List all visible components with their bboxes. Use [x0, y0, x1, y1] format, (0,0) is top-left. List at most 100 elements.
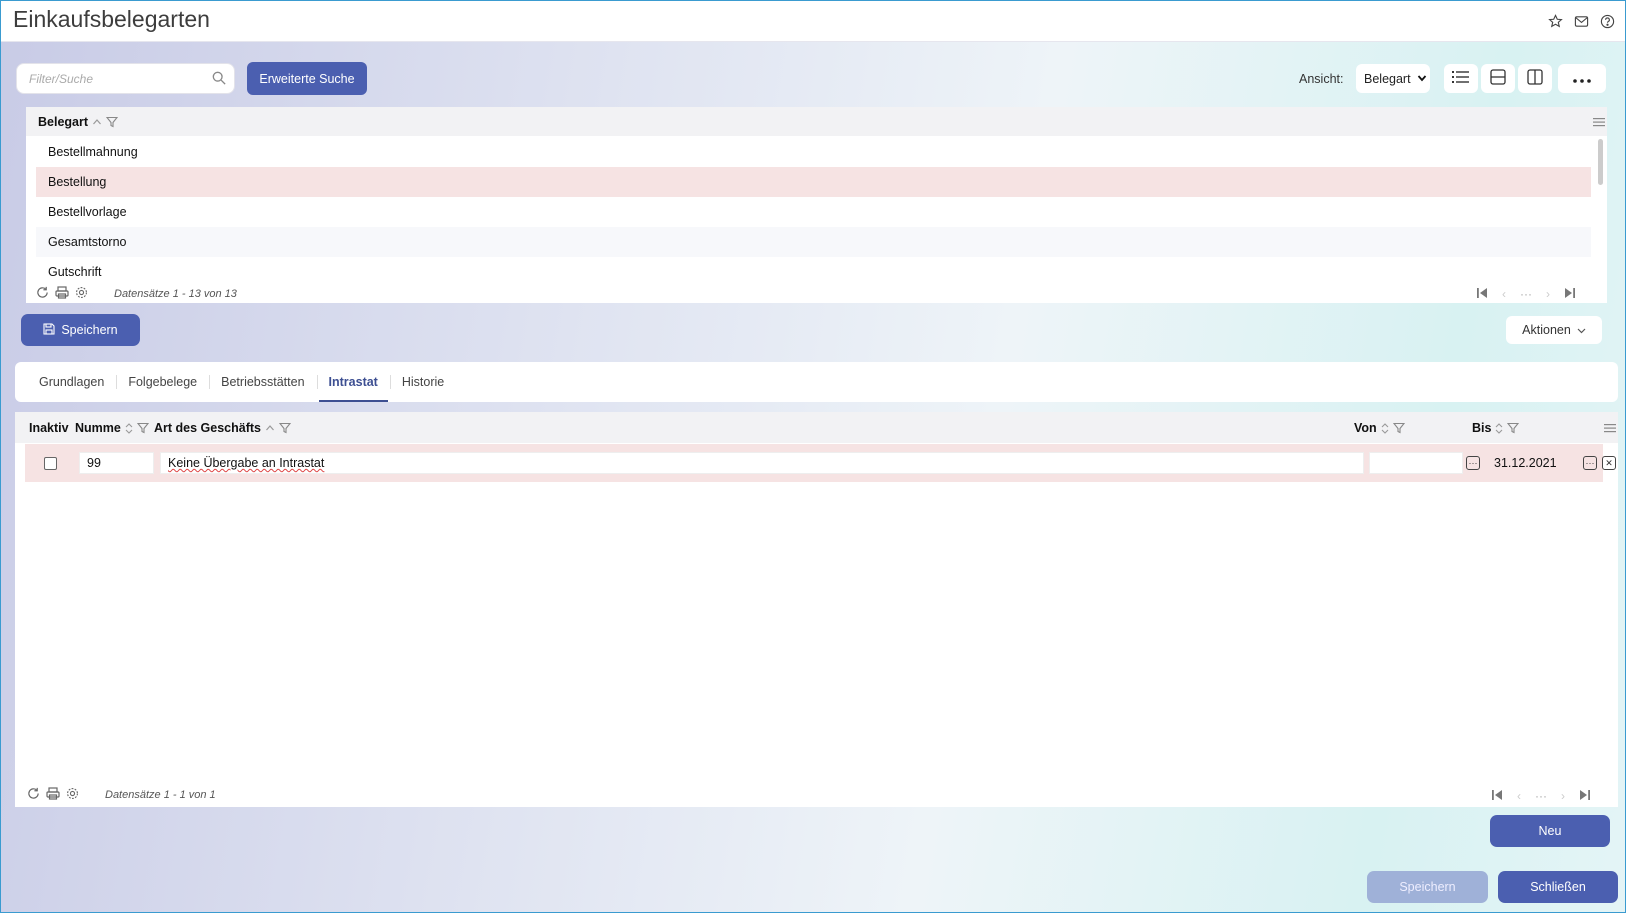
star-icon[interactable]: [1546, 12, 1564, 30]
last-page-icon[interactable]: [1564, 287, 1575, 301]
header-von[interactable]: Von: [1354, 421, 1405, 435]
tab-historie[interactable]: Historie: [389, 362, 456, 402]
table-row-selected[interactable]: 99 Keine Übergabe an Intrastat ··· 31.12…: [25, 444, 1616, 482]
sort-icon[interactable]: [1381, 422, 1389, 434]
prev-page-icon[interactable]: ‹: [1502, 287, 1506, 301]
filter-icon[interactable]: [278, 422, 291, 434]
art-value: Keine Übergabe an Intrastat: [168, 456, 325, 470]
header-label: Von: [1354, 421, 1377, 435]
print-icon[interactable]: [55, 286, 69, 302]
row-label: Gutschrift: [48, 265, 102, 279]
bis-date-picker-icon[interactable]: ···: [1583, 456, 1597, 470]
inaktiv-checkbox[interactable]: [44, 457, 57, 470]
page-title: Einkaufsbelegarten: [13, 6, 210, 32]
sort-icon[interactable]: [125, 422, 133, 434]
tab-betriebsstaetten[interactable]: Betriebsstätten: [209, 362, 316, 402]
horizontal-split-button[interactable]: [1481, 64, 1515, 93]
vertical-scrollbar[interactable]: [1598, 139, 1603, 185]
filter-icon[interactable]: [1507, 422, 1520, 434]
header-label: Bis: [1472, 421, 1492, 435]
next-page-icon[interactable]: ›: [1546, 287, 1550, 301]
chevron-down-icon: [1417, 72, 1427, 86]
prev-page-icon[interactable]: ‹: [1517, 789, 1521, 803]
footer-save-button[interactable]: Speichern: [1367, 871, 1488, 903]
search-input[interactable]: [17, 64, 197, 93]
grid-footer: Datensätze 1 - 13 von 13: [36, 285, 1597, 303]
last-page-icon[interactable]: [1579, 789, 1590, 803]
pager: ‹ ··· ›: [1477, 287, 1575, 301]
column-menu-icon[interactable]: [1593, 116, 1605, 130]
sort-icon[interactable]: [1495, 422, 1503, 434]
close-button[interactable]: Schließen: [1498, 871, 1618, 903]
help-icon[interactable]: [1598, 12, 1616, 30]
save-button-label: Speichern: [61, 323, 118, 337]
first-page-icon[interactable]: [1477, 287, 1488, 301]
row-label: Gesamtstorno: [48, 235, 127, 249]
table-row[interactable]: Bestellmahnung: [36, 137, 1591, 167]
settings-gear-icon[interactable]: [66, 787, 79, 803]
settings-gear-icon[interactable]: [75, 286, 88, 302]
table-row[interactable]: Gesamtstorno: [36, 227, 1591, 257]
print-icon[interactable]: [46, 787, 60, 803]
row-label: Bestellvorlage: [48, 205, 127, 219]
filter-icon[interactable]: [106, 116, 119, 128]
vertical-split-button[interactable]: [1518, 64, 1552, 93]
bis-input[interactable]: 31.12.2021: [1486, 452, 1581, 474]
clear-icon[interactable]: ✕: [1602, 456, 1616, 470]
page-dots-icon[interactable]: ···: [1535, 789, 1547, 803]
next-page-icon[interactable]: ›: [1561, 789, 1565, 803]
belegart-grid: Belegart Bestellmahnung Bestellung Beste…: [26, 107, 1607, 303]
save-button[interactable]: Speichern: [21, 314, 140, 346]
von-date-picker-icon[interactable]: ···: [1466, 456, 1480, 470]
table-row[interactable]: Gutschrift: [36, 257, 1591, 287]
pager: ‹ ··· ›: [1492, 789, 1590, 803]
more-dots-icon: [1573, 72, 1591, 86]
more-options-button[interactable]: [1558, 64, 1606, 93]
refresh-icon[interactable]: [27, 787, 40, 803]
split-vertical-icon: [1527, 69, 1543, 88]
split-horizontal-icon: [1490, 69, 1506, 88]
view-select[interactable]: Belegart: [1356, 64, 1430, 93]
search-box[interactable]: [16, 63, 235, 94]
floppy-disk-icon: [43, 322, 55, 338]
column-menu-icon[interactable]: [1604, 422, 1616, 436]
bis-value: 31.12.2021: [1494, 456, 1557, 470]
sort-asc-icon[interactable]: [265, 424, 275, 432]
title-bar: Einkaufsbelegarten: [0, 0, 1626, 42]
tab-grundlagen[interactable]: Grundlagen: [27, 362, 116, 402]
actions-dropdown[interactable]: Aktionen: [1506, 316, 1602, 344]
sort-asc-icon[interactable]: [92, 118, 102, 126]
von-input[interactable]: [1369, 452, 1463, 474]
view-label: Ansicht:: [1299, 72, 1344, 86]
first-page-icon[interactable]: [1492, 789, 1503, 803]
filter-icon[interactable]: [1392, 422, 1405, 434]
filter-icon[interactable]: [136, 422, 149, 434]
header-inaktiv[interactable]: Inaktiv: [29, 421, 69, 435]
page-dots-icon[interactable]: ···: [1520, 287, 1532, 301]
tab-folgebelege[interactable]: Folgebelege: [116, 362, 209, 402]
row-label: Bestellung: [48, 175, 107, 189]
art-input[interactable]: Keine Übergabe an Intrastat: [160, 452, 1364, 474]
header-art[interactable]: Art des Geschäfts: [154, 421, 291, 435]
header-label: Numme: [75, 421, 121, 435]
grid-footer: Datensätze 1 - 1 von 1: [27, 787, 216, 803]
mail-icon[interactable]: [1572, 12, 1590, 30]
nummer-value: 99: [87, 456, 101, 470]
header-bis[interactable]: Bis: [1472, 421, 1520, 435]
table-row-selected[interactable]: Bestellung: [36, 167, 1591, 197]
table-row[interactable]: Bestellvorlage: [36, 197, 1591, 227]
list-view-button[interactable]: [1444, 64, 1478, 93]
list-icon: [1452, 70, 1470, 87]
row-label: Bestellmahnung: [48, 145, 138, 159]
intrastat-grid-header: Inaktiv Numme Art des Geschäfts Von Bis: [15, 412, 1618, 443]
search-icon[interactable]: [212, 71, 226, 88]
belegart-rows: Bestellmahnung Bestellung Bestellvorlage…: [36, 137, 1591, 287]
advanced-search-button[interactable]: Erweiterte Suche: [247, 62, 367, 95]
tab-intrastat[interactable]: Intrastat: [316, 362, 390, 402]
new-button[interactable]: Neu: [1490, 815, 1610, 847]
detail-tabs: Grundlagen Folgebelege Betriebsstätten I…: [15, 362, 1618, 402]
refresh-icon[interactable]: [36, 286, 49, 302]
header-nummer[interactable]: Numme: [75, 421, 149, 435]
nummer-input[interactable]: 99: [79, 452, 154, 474]
belegart-column-header[interactable]: Belegart: [26, 107, 1607, 136]
